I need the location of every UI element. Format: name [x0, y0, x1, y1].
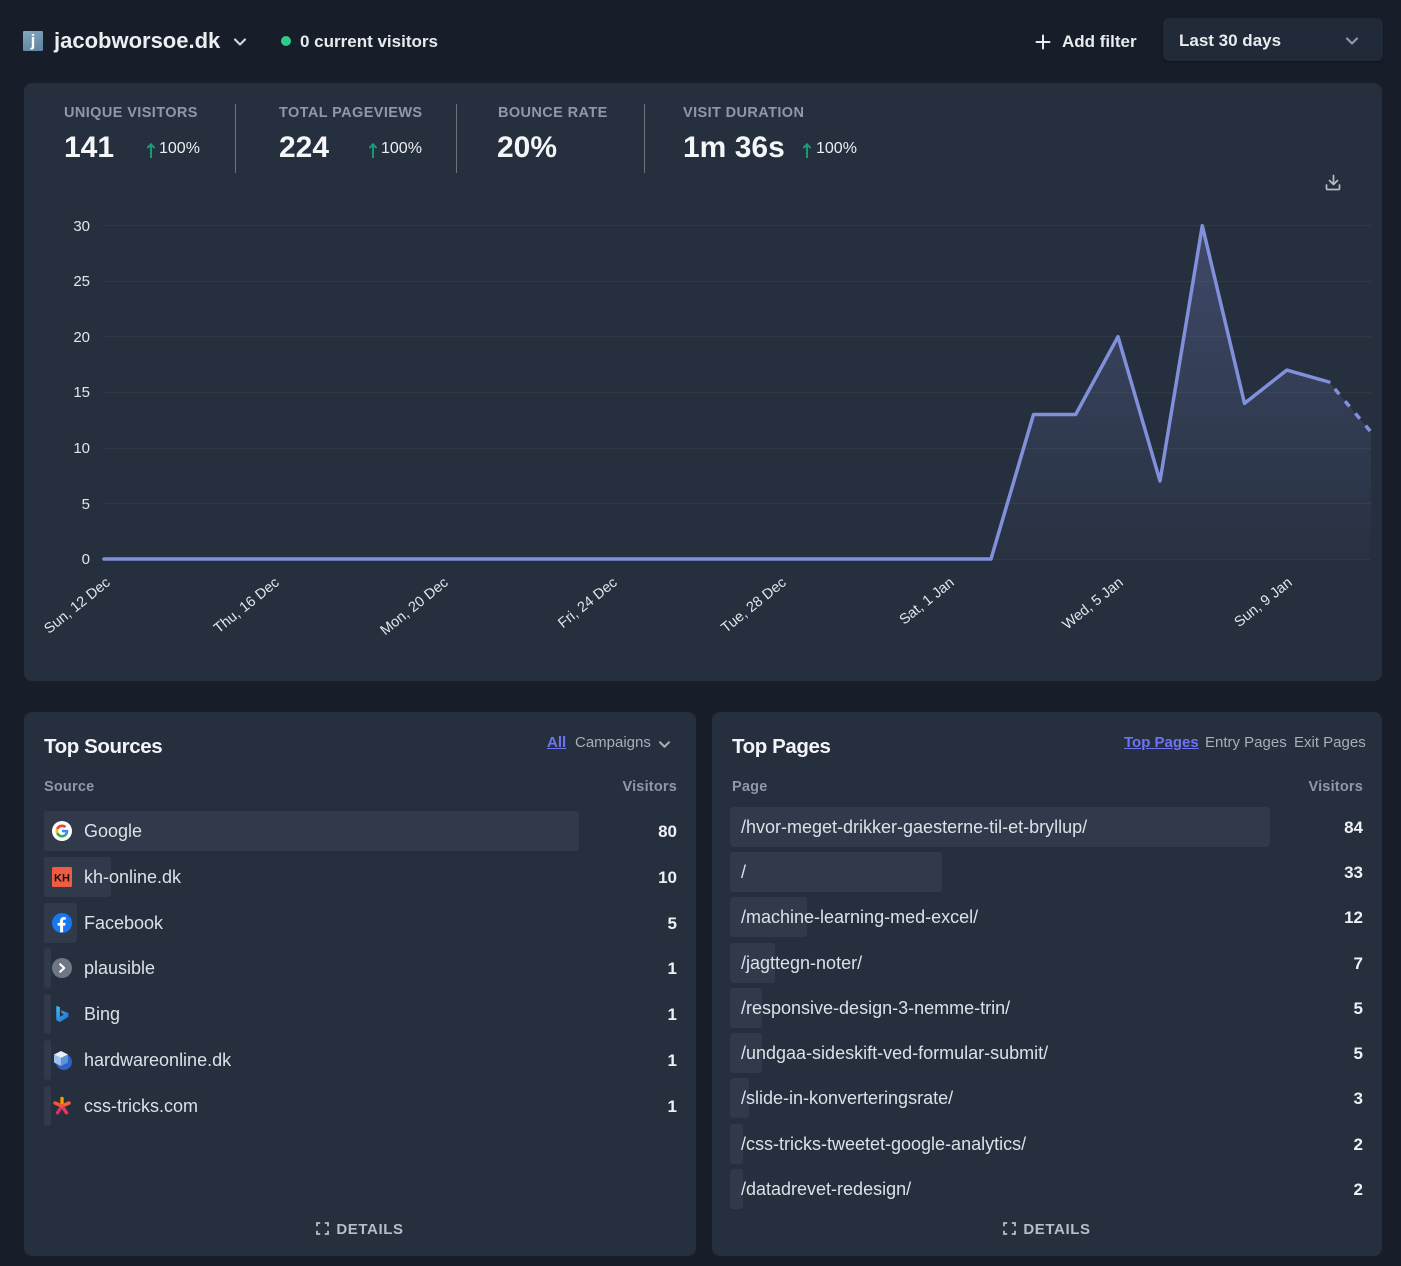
- svg-text:10: 10: [73, 440, 90, 457]
- svg-text:Wed, 5 Jan: Wed, 5 Jan: [1060, 575, 1127, 633]
- svg-text:Thu, 16 Dec: Thu, 16 Dec: [211, 575, 282, 637]
- svg-text:20: 20: [73, 329, 90, 346]
- svg-text:15: 15: [73, 384, 90, 401]
- svg-text:Sun, 9 Jan: Sun, 9 Jan: [1232, 575, 1296, 631]
- svg-text:Mon, 20 Dec: Mon, 20 Dec: [378, 575, 452, 639]
- svg-text:Fri, 24 Dec: Fri, 24 Dec: [555, 575, 620, 632]
- svg-text:25: 25: [73, 273, 90, 290]
- svg-text:KH: KH: [54, 873, 70, 885]
- svg-text:5: 5: [82, 496, 90, 513]
- svg-text:Sun, 12 Dec: Sun, 12 Dec: [41, 575, 113, 638]
- svg-text:Sat, 1 Jan: Sat, 1 Jan: [897, 575, 958, 629]
- svg-text:Tue, 28 Dec: Tue, 28 Dec: [718, 575, 789, 637]
- svg-text:30: 30: [73, 218, 90, 235]
- svg-text:0: 0: [82, 551, 90, 568]
